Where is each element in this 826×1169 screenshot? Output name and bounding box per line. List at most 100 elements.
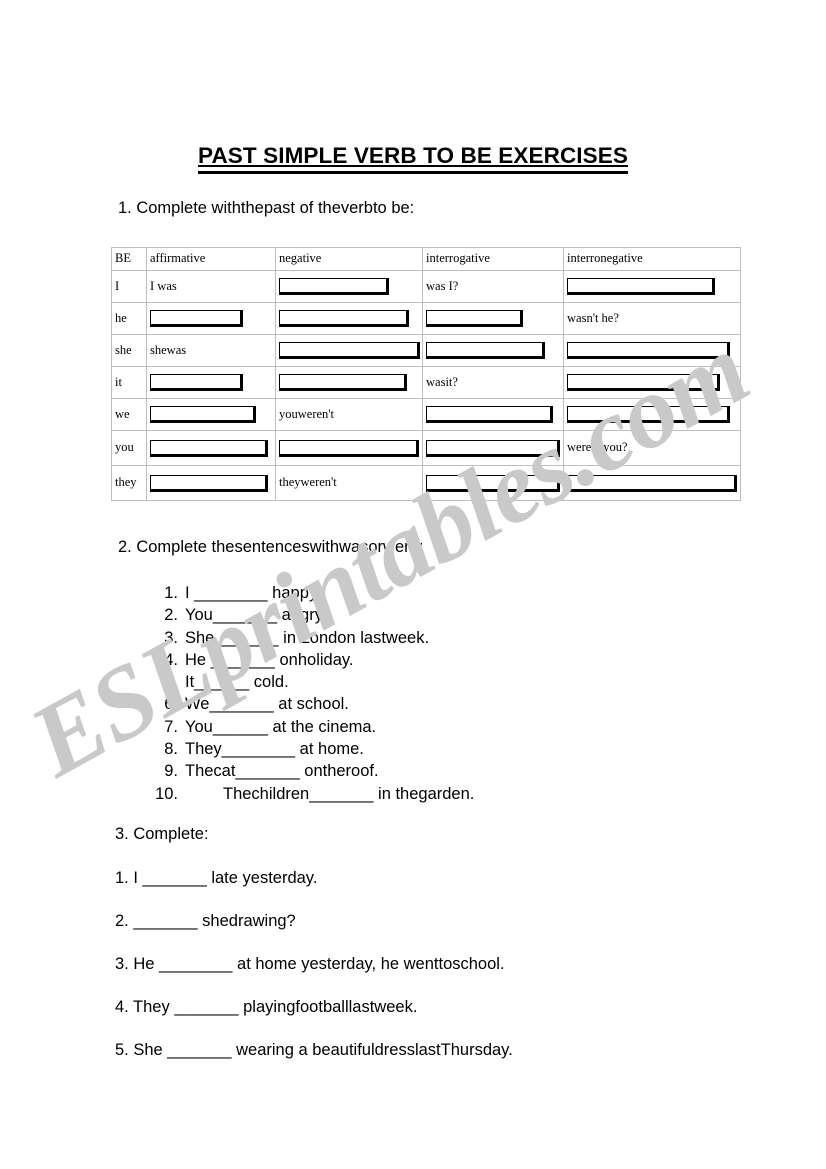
table-header-affirmative: affirmative [146,247,276,271]
list-item-number: 1. [164,584,178,602]
list-item-number: 5. [164,673,178,692]
list-item-number: 6. [164,695,178,714]
list-item-text: 5. She _______ wearing a beautifuldressl… [115,1041,513,1059]
cell-interronegative [563,334,741,367]
cell-interrogative [422,334,564,367]
list-item-text: It______ cold. [185,673,289,692]
list-item-number: 8. [164,740,178,759]
cell-negative [275,302,423,335]
table-row: it wasit? [111,366,741,399]
list-item-text: She_______ in London lastweek. [185,628,430,647]
list-item: 2. _______ shedrawing? [115,912,513,955]
row-pronoun: she [111,334,147,367]
list-item: 5. She _______ wearing a beautifuldressl… [115,1041,513,1084]
list-item-text: We_______ at school. [185,695,349,714]
list-item-number: 3. [164,628,178,647]
list-item-text: I ________ happy. [185,584,321,602]
answer-blank-box[interactable] [426,310,523,327]
cell-affirmative [146,430,276,466]
answer-blank-box[interactable] [279,439,419,457]
row-pronoun: it [111,366,147,399]
answer-blank-box[interactable] [279,278,389,295]
row-pronoun: you [111,430,147,466]
cell-interrogative [422,465,564,501]
table-row: she shewas [111,334,741,367]
cell-negative [275,430,423,466]
cell-affirmative: I was [146,270,276,303]
answer-blank-box[interactable] [567,278,715,295]
exercise-2-instruction: 2. Complete thesentenceswithwasorwere: [118,538,424,556]
answer-blank-box[interactable] [279,310,409,327]
list-item-number: 2. [164,606,178,625]
table-row: I I was was I? [111,270,741,303]
table-header-negative: negative [275,247,423,271]
answer-blank-box[interactable] [567,342,730,359]
cell-interronegative [563,270,741,303]
cell-affirmative [146,465,276,501]
list-item-text: They________ at home. [185,740,364,759]
answer-blank-box[interactable] [150,374,243,391]
list-item-text: 3. He ________ at home yesterday, he wen… [115,955,505,973]
answer-blank-box[interactable] [279,374,407,391]
row-pronoun: he [111,302,147,335]
list-item-text: Thecat_______ ontheroof. [185,762,379,781]
cell-interronegative [563,465,741,501]
list-item-number: 7. [164,717,178,736]
table-header-interronegative: interronegative [563,247,741,271]
cell-interrogative: was I? [422,270,564,303]
list-item-number: 9. [164,762,178,781]
cell-affirmative [146,366,276,399]
table-row: we youweren't [111,398,741,431]
list-item-text: 1. I _______ late yesterday. [115,869,318,887]
exercise-3-instruction: 3. Complete: [115,825,209,843]
row-pronoun: we [111,398,147,431]
answer-blank-box[interactable] [279,342,420,359]
answer-blank-box[interactable] [150,406,256,423]
table-header-row: BE affirmative negative interrogative in… [111,247,741,271]
list-item-text: Thechildren_______ in thegarden. [223,784,475,803]
table-row: you weren'tyou? [111,430,741,466]
answer-blank-box[interactable] [150,474,268,492]
cell-interrogative [422,398,564,431]
answer-blank-box[interactable] [426,406,553,423]
list-item-text: He _______ onholiday. [185,650,354,669]
cell-interrogative [422,430,564,466]
cell-affirmative [146,302,276,335]
exercise-1-instruction: 1. Complete withthepast of theverbto be: [118,199,415,217]
list-item: 4. They _______ playingfootballlastweek. [115,998,513,1041]
cell-affirmative: shewas [146,334,276,367]
cell-negative [275,366,423,399]
cell-negative [275,270,423,303]
answer-blank-box[interactable] [567,374,720,391]
answer-blank-box[interactable] [567,474,737,492]
cell-interrogative [422,302,564,335]
page-title-text: PAST SIMPLE VERB TO BE EXERCISES [198,143,628,174]
worksheet-page: PAST SIMPLE VERB TO BE EXERCISES 1. Comp… [0,0,826,1169]
verb-to-be-table: BE affirmative negative interrogative in… [111,247,741,501]
answer-blank-box[interactable] [426,439,560,457]
row-pronoun: they [111,465,147,501]
table-row: he wasn't he? [111,302,741,335]
exercise-3-list: 1. I _______ late yesterday. 2. _______ … [115,869,513,1084]
table-header-interrogative: interrogative [422,247,564,271]
cell-interrogative: wasit? [422,366,564,399]
cell-interronegative: weren'tyou? [563,430,741,466]
list-item-text: 4. They _______ playingfootballlastweek. [115,998,418,1016]
answer-blank-box[interactable] [567,406,730,423]
list-item: 3. He ________ at home yesterday, he wen… [115,955,513,998]
table-row: they theyweren't [111,465,741,501]
answer-blank-box[interactable] [150,439,268,457]
cell-interronegative [563,398,741,431]
cell-negative: theyweren't [275,465,423,501]
cell-affirmative [146,398,276,431]
list-item-text: You_______ angry. [185,606,327,625]
table-header-be: BE [111,247,147,271]
cell-interronegative: wasn't he? [563,302,741,335]
answer-blank-box[interactable] [426,474,560,492]
cell-negative: youweren't [275,398,423,431]
cell-negative [275,334,423,367]
cell-interronegative [563,366,741,399]
list-item-text: 2. _______ shedrawing? [115,912,296,930]
answer-blank-box[interactable] [426,342,545,359]
answer-blank-box[interactable] [150,310,243,327]
